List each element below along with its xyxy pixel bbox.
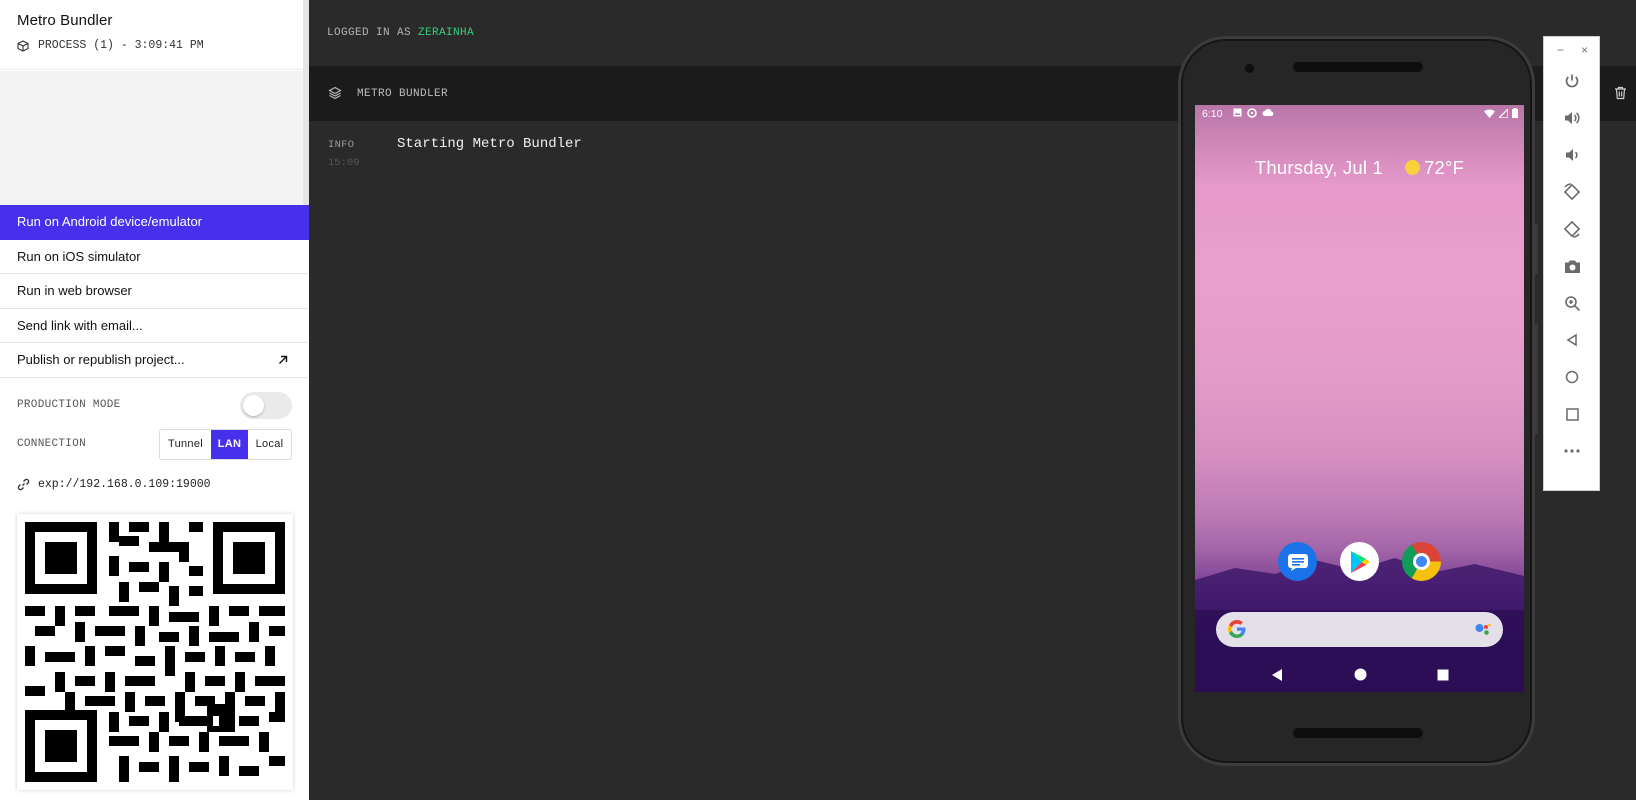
google-g-icon bbox=[1228, 620, 1246, 638]
bottom-speaker bbox=[1293, 728, 1423, 738]
qr-code bbox=[25, 522, 285, 782]
back-icon[interactable] bbox=[1560, 328, 1584, 352]
project-title: Metro Bundler bbox=[17, 12, 113, 29]
camera-icon[interactable] bbox=[1560, 254, 1584, 278]
menu-item-label: Publish or republish project... bbox=[17, 352, 185, 368]
sidebar-empty-area bbox=[0, 71, 309, 205]
home-dock bbox=[1195, 542, 1524, 581]
rotate-left-icon[interactable] bbox=[1560, 180, 1584, 204]
home-temperature: 72°F bbox=[1424, 157, 1465, 178]
sidebar-options: PRODUCTION MODE CONNECTION Tunnel LAN Lo… bbox=[0, 388, 309, 462]
external-arrow-icon bbox=[279, 355, 288, 364]
menu-item-label: Send link with email... bbox=[17, 317, 143, 333]
process-label: PROCESS (1) - 3:09:41 PM bbox=[38, 39, 204, 52]
menu-item-label: Run on iOS simulator bbox=[17, 248, 141, 264]
layers-icon bbox=[328, 86, 342, 100]
messages-icon[interactable] bbox=[1278, 542, 1317, 581]
device-side-button bbox=[1535, 224, 1538, 274]
battery-icon bbox=[1512, 108, 1518, 118]
toggle-knob bbox=[243, 394, 264, 416]
date-weather-widget[interactable]: Thursday, Jul 1 72°F bbox=[1195, 157, 1524, 179]
volume-up-icon[interactable] bbox=[1560, 106, 1584, 130]
device-side-button bbox=[1535, 324, 1538, 434]
google-search-bar[interactable] bbox=[1216, 612, 1503, 647]
menu-item-run-web[interactable]: Run in web browser bbox=[0, 274, 309, 309]
home-date: Thursday, Jul 1 bbox=[1254, 157, 1384, 178]
logged-in-label: LOGGED IN AS bbox=[327, 27, 412, 39]
wifi-icon bbox=[1484, 109, 1495, 118]
chrome-icon-center bbox=[1413, 553, 1430, 570]
zoom-icon[interactable] bbox=[1560, 291, 1584, 315]
menu-item-run-ios[interactable]: Run on iOS simulator bbox=[0, 240, 309, 274]
menu-item-label: Run on Android device/emulator bbox=[17, 214, 203, 230]
home-icon[interactable] bbox=[1560, 365, 1584, 389]
close-icon[interactable]: × bbox=[1581, 43, 1588, 57]
production-mode-row: PRODUCTION MODE bbox=[17, 388, 292, 422]
menu-item-run-android[interactable]: Run on Android device/emulator bbox=[0, 205, 309, 240]
connection-option-tunnel[interactable]: Tunnel bbox=[160, 430, 211, 459]
connection-label: CONNECTION bbox=[17, 438, 87, 450]
project-url-row: exp://192.168.0.109:19000 bbox=[17, 478, 211, 491]
connection-option-local[interactable]: Local bbox=[248, 430, 291, 459]
log-timestamp: 15:09 bbox=[328, 157, 360, 169]
production-mode-toggle[interactable] bbox=[240, 391, 292, 419]
system-status-icons bbox=[1484, 108, 1518, 118]
status-time: 6:10 bbox=[1202, 108, 1223, 120]
overview-icon[interactable] bbox=[1560, 402, 1584, 426]
connection-row: CONNECTION Tunnel LAN Local bbox=[17, 426, 292, 462]
project-url[interactable]: exp://192.168.0.109:19000 bbox=[38, 478, 211, 491]
sun-icon bbox=[1405, 160, 1421, 175]
username[interactable]: ZERAINHA bbox=[418, 27, 474, 39]
menu-item-publish[interactable]: Publish or republish project... bbox=[0, 343, 309, 378]
power-icon[interactable] bbox=[1560, 69, 1584, 93]
log-panel-title: METRO BUNDLER bbox=[357, 88, 449, 100]
menu-item-send-link[interactable]: Send link with email... bbox=[0, 309, 309, 343]
volume-down-icon[interactable] bbox=[1560, 143, 1584, 167]
notification-icons bbox=[1233, 108, 1274, 118]
device-screen[interactable]: 6:10 Thursday, Jul 1 72°F bbox=[1195, 105, 1524, 692]
emulator-toolbar: − × bbox=[1543, 36, 1600, 491]
android-emulator-device: 6:10 Thursday, Jul 1 72°F bbox=[1178, 36, 1538, 766]
production-mode-label: PRODUCTION MODE bbox=[17, 399, 121, 411]
front-camera bbox=[1245, 64, 1254, 73]
nav-home-icon[interactable] bbox=[1354, 668, 1367, 681]
android-nav-bar bbox=[1195, 657, 1524, 692]
rotate-right-icon[interactable] bbox=[1560, 217, 1584, 241]
sidebar-header: Metro Bundler PROCESS (1) - 3:09:41 PM bbox=[0, 0, 309, 70]
earpiece-speaker bbox=[1293, 62, 1423, 72]
sync-notification-icon bbox=[1247, 108, 1257, 118]
image-notification-icon bbox=[1233, 108, 1242, 117]
log-level: INFO bbox=[328, 139, 355, 151]
minimize-icon[interactable]: − bbox=[1557, 43, 1564, 57]
play-store-icon[interactable] bbox=[1340, 542, 1379, 581]
google-assistant-icon[interactable] bbox=[1475, 623, 1491, 636]
log-message: Starting Metro Bundler bbox=[397, 136, 582, 152]
sidebar: Metro Bundler PROCESS (1) - 3:09:41 PM R… bbox=[0, 0, 309, 800]
nav-back-icon[interactable] bbox=[1270, 668, 1284, 682]
connection-option-lan[interactable]: LAN bbox=[211, 429, 248, 459]
trash-icon[interactable] bbox=[1614, 86, 1627, 100]
cell-signal-icon bbox=[1499, 108, 1508, 118]
sidebar-menu: Run on Android device/emulator Run on iO… bbox=[0, 205, 309, 378]
menu-item-label: Run in web browser bbox=[17, 283, 132, 299]
chrome-icon[interactable] bbox=[1402, 542, 1441, 581]
process-status: PROCESS (1) - 3:09:41 PM bbox=[17, 39, 292, 52]
link-icon bbox=[17, 478, 30, 491]
nav-overview-icon[interactable] bbox=[1437, 669, 1449, 681]
cloud-notification-icon bbox=[1262, 109, 1274, 116]
box-icon bbox=[17, 39, 29, 52]
status-bar: 6:10 bbox=[1195, 105, 1524, 123]
more-icon[interactable] bbox=[1560, 439, 1584, 463]
connection-selector: Tunnel LAN Local bbox=[159, 428, 292, 460]
login-status: LOGGED IN AS ZERAINHA bbox=[327, 27, 474, 39]
qr-code-card bbox=[17, 514, 293, 790]
